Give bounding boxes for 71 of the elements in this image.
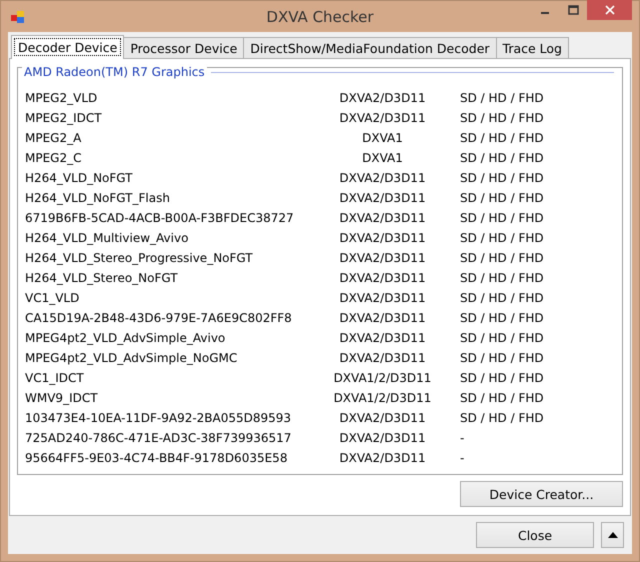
decoder-name: H264_VLD_NoFGT_Flash [25,191,171,205]
decoder-name: WMV9_IDCT [25,391,99,405]
resolution-label: SD / HD / FHD [459,111,545,125]
resolution-label: SD / HD / FHD [459,211,545,225]
api-label: DXVA2/D3D11 [338,91,427,105]
api-label: DXVA2/D3D11 [338,431,427,445]
decoder-name: H264_VLD_Multiview_Avivo [25,231,190,245]
tab[interactable]: Trace Log [496,37,569,58]
decoder-name: H264_VLD_NoFGT [25,171,134,185]
resolution-label: SD / HD / FHD [459,151,545,165]
decoder-name: H264_VLD_Stereo_Progressive_NoFGT [25,251,254,265]
resolution-label: SD / HD / FHD [459,411,545,425]
api-label: DXVA1/2/D3D11 [332,371,432,385]
resolution-label: SD / HD / FHD [459,131,545,145]
resolution-label: SD / HD / FHD [459,371,545,385]
decoder-name: 725AD240-786C-471E-AD3C-38F739936517 [25,431,292,445]
api-label: DXVA2/D3D11 [338,411,427,425]
device-creator-button[interactable]: Device Creator... [460,481,623,507]
resolution-label: SD / HD / FHD [459,291,545,305]
resolution-label: SD / HD / FHD [459,391,545,405]
api-label: DXVA2/D3D11 [338,191,427,205]
decoder-name: MPEG2_VLD [25,91,98,105]
decoder-name: H264_VLD_Stereo_NoFGT [25,271,179,285]
tab[interactable]: DirectShow/MediaFoundation Decoder [243,37,497,58]
api-label: DXVA2/D3D11 [338,351,427,365]
decoder-name: 6719B6FB-5CAD-4ACB-B00A-F3BFDEC38727 [25,211,295,225]
close-button[interactable]: Close [476,522,594,548]
maximize-icon[interactable] [568,5,578,15]
api-label: DXVA2/D3D11 [338,111,427,125]
close-window-button[interactable] [587,0,632,20]
api-label: DXVA1/2/D3D11 [332,391,432,405]
decoder-name: MPEG4pt2_VLD_AdvSimple_Avivo [25,331,226,345]
api-label: DXVA1 [361,151,404,165]
resolution-label: SD / HD / FHD [459,271,545,285]
api-label: DXVA2/D3D11 [338,251,427,265]
resolution-label: SD / HD / FHD [459,91,545,105]
tab[interactable]: Processor Device [123,37,244,58]
decoder-name: MPEG2_A [25,131,82,145]
decoder-name: 103473E4-10EA-11DF-9A92-2BA055D89593 [25,411,292,425]
api-label: DXVA2/D3D11 [338,331,427,345]
api-label: DXVA2/D3D11 [338,171,427,185]
tab[interactable]: Decoder Device [11,35,124,59]
api-label: DXVA2/D3D11 [338,211,427,225]
api-label: DXVA2/D3D11 [338,291,427,305]
api-label: DXVA2/D3D11 [338,311,427,325]
decoder-name: 95664FF5-9E03-4C74-BB4F-9178D6035E58 [25,451,288,465]
resolution-label: SD / HD / FHD [459,251,545,265]
group-title: AMD Radeon(TM) R7 Graphics [22,65,207,79]
decoder-name: MPEG2_C [25,151,82,165]
api-label: DXVA1 [361,131,404,145]
resolution-label: SD / HD / FHD [459,171,545,185]
decoder-name: VC1_VLD [25,291,80,305]
window-title: DXVA Checker [265,8,375,26]
decoder-name: MPEG2_IDCT [25,111,103,125]
close-icon [604,5,614,15]
decoder-name: MPEG4pt2_VLD_AdvSimple_NoGMC [25,351,238,365]
collapse-button[interactable] [601,522,624,548]
resolution-label: SD / HD / FHD [459,231,545,245]
resolution-label: SD / HD / FHD [459,351,545,365]
resolution-label: - [459,451,466,465]
api-label: DXVA2/D3D11 [338,271,427,285]
resolution-label: SD / HD / FHD [459,331,545,345]
resolution-label: SD / HD / FHD [459,311,545,325]
triangle-up-icon [608,532,618,538]
resolution-label: - [459,431,466,445]
api-label: DXVA2/D3D11 [338,451,427,465]
decoder-name: VC1_IDCT [25,371,85,385]
app-icon [11,10,25,24]
decoder-name: CA15D19A-2B48-43D6-979E-7A6E9C802FF8 [25,311,293,325]
resolution-label: SD / HD / FHD [459,191,545,205]
api-label: DXVA2/D3D11 [338,231,427,245]
